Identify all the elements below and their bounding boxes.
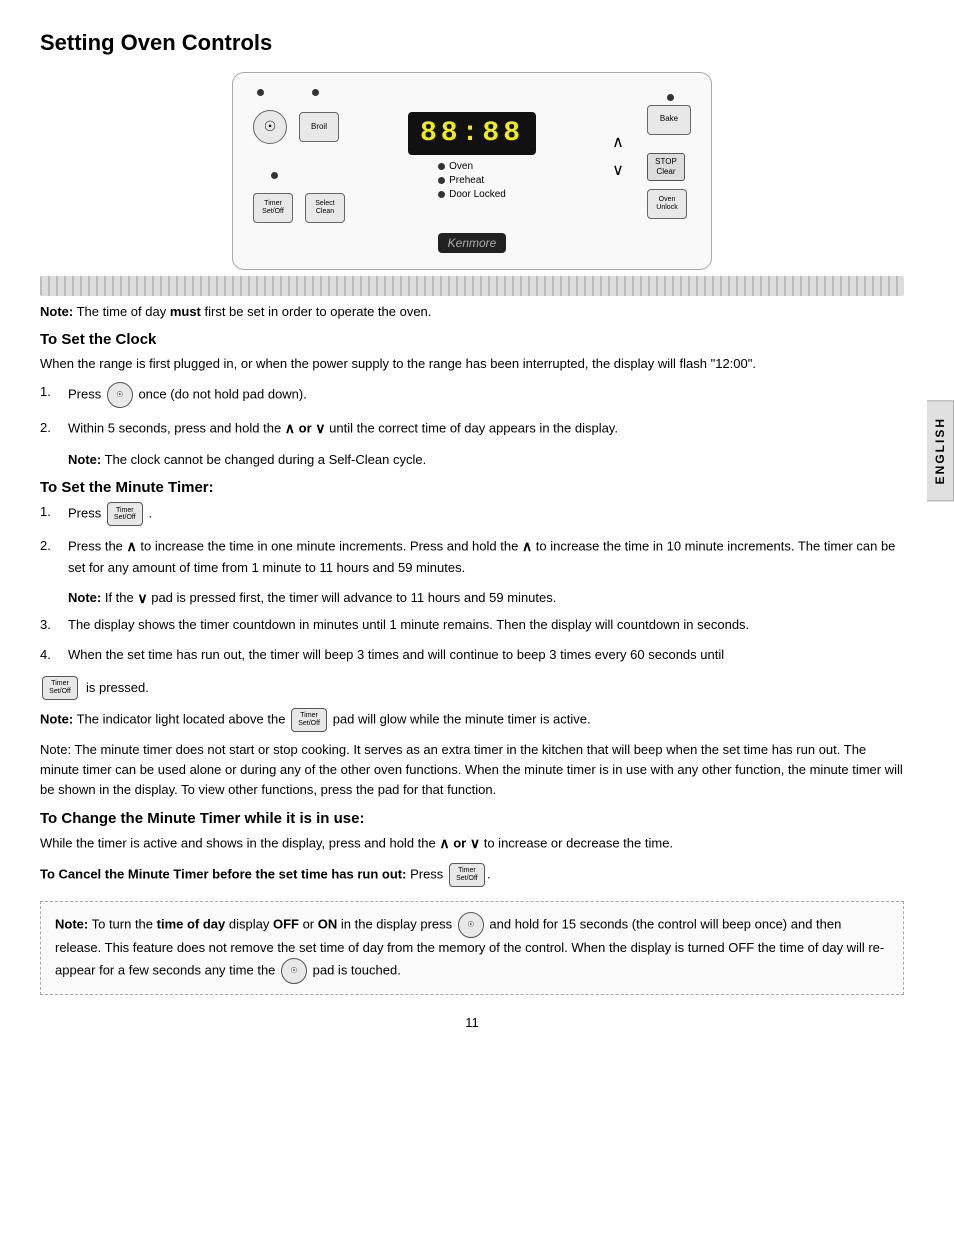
cancel-timer: To Cancel the Minute Timer before the se…: [40, 863, 904, 887]
clock-button[interactable]: ☉: [253, 110, 287, 144]
clock-step-1: 1. Press ☉ once (do not hold pad down).: [40, 382, 904, 408]
clock-button-inline-bottom2[interactable]: ☉: [281, 958, 307, 984]
timer-section-title: To Set the Minute Timer:: [40, 479, 904, 496]
bake-button[interactable]: Bake: [647, 105, 691, 135]
oven-display: 88:88: [408, 112, 536, 155]
timer-note-4: Note: The minute timer does not start or…: [40, 740, 904, 800]
english-tab: ENGLISH: [927, 400, 954, 501]
timer-button-inline-1[interactable]: TimerSet/Off: [107, 502, 143, 526]
status-lights: Oven Preheat Door Locked: [438, 161, 506, 200]
change-timer-text: While the timer is active and shows in t…: [40, 833, 904, 855]
page-number: 11: [40, 1015, 904, 1030]
dot-select: [271, 172, 278, 179]
note-label: Note:: [40, 304, 73, 319]
timer-note-3: Note: The indicator light located above …: [40, 708, 904, 732]
oven-unlock-button[interactable]: Oven Unlock: [647, 189, 687, 219]
clock-step-2-num: 2.: [40, 418, 60, 440]
up-arrow-inline: ∧: [285, 420, 295, 436]
kenmore-brand: Kenmore: [438, 233, 507, 253]
down-arrow-inline: ∨: [315, 420, 325, 436]
timer-step-4: 4. When the set time has run out, the ti…: [40, 645, 904, 665]
timer-pressed-row: TimerSet/Off is pressed.: [40, 676, 904, 700]
timer-step-2: 2. Press the ∧ to increase the time in o…: [40, 536, 904, 578]
dot-timer: [257, 89, 264, 96]
arrow-controls: ∧ ∨: [605, 131, 631, 181]
clock-intro: When the range is first plugged in, or w…: [40, 354, 904, 374]
broil-button[interactable]: Broil: [299, 112, 339, 142]
timer-button-inline-pressed[interactable]: TimerSet/Off: [42, 676, 78, 700]
clock-note: Note: The clock cannot be changed during…: [68, 450, 904, 470]
timer-button[interactable]: Timer Set/Off: [253, 193, 293, 223]
timer-button-inline-note[interactable]: TimerSet/Off: [291, 708, 327, 732]
clock-step-1-num: 1.: [40, 382, 60, 408]
clock-button-inline[interactable]: ☉: [107, 382, 133, 408]
timer-step-3-num: 3.: [40, 615, 60, 635]
oven-diagram: ☉ Broil Timer Set/Off Select Clean 88:88: [232, 72, 712, 270]
kenmore-brand-bar: Kenmore: [253, 229, 691, 253]
timer-step-3: 3. The display shows the timer countdown…: [40, 615, 904, 635]
timer-note-2: Note: If the ∨ pad is pressed first, the…: [68, 588, 904, 609]
down-arrow-button[interactable]: ∨: [605, 159, 631, 181]
oven-bottom-bar: [40, 276, 904, 296]
stop-clear-button[interactable]: STOP Clear: [647, 153, 685, 181]
change-timer-title: To Change the Minute Timer while it is i…: [40, 810, 904, 827]
clock-section-title: To Set the Clock: [40, 331, 904, 348]
clock-button-inline-bottom[interactable]: ☉: [458, 912, 484, 938]
dot-bake: [667, 94, 674, 101]
timer-step-1-num: 1.: [40, 502, 60, 526]
clock-step-2: 2. Within 5 seconds, press and hold the …: [40, 418, 904, 440]
cancel-timer-title: To Cancel the Minute Timer before the se…: [40, 866, 406, 881]
timer-step-1: 1. Press TimerSet/Off .: [40, 502, 904, 526]
dot-broil: [312, 89, 319, 96]
timer-step-4-num: 4.: [40, 645, 60, 665]
timer-button-inline-cancel[interactable]: TimerSet/Off: [449, 863, 485, 887]
up-arrow-button[interactable]: ∧: [605, 131, 631, 153]
select-clean-button[interactable]: Select Clean: [305, 193, 345, 223]
page-title: Setting Oven Controls: [40, 30, 904, 56]
controls-left: ☉ Broil Timer Set/Off Select Clean: [253, 89, 345, 223]
note-time: Note: The time of day must first be set …: [40, 304, 904, 319]
controls-right: Bake STOP Clear Oven Unlock: [647, 94, 691, 219]
timer-step-2-num: 2.: [40, 536, 60, 578]
bottom-note-box: Note: To turn the time of day display OF…: [40, 901, 904, 996]
